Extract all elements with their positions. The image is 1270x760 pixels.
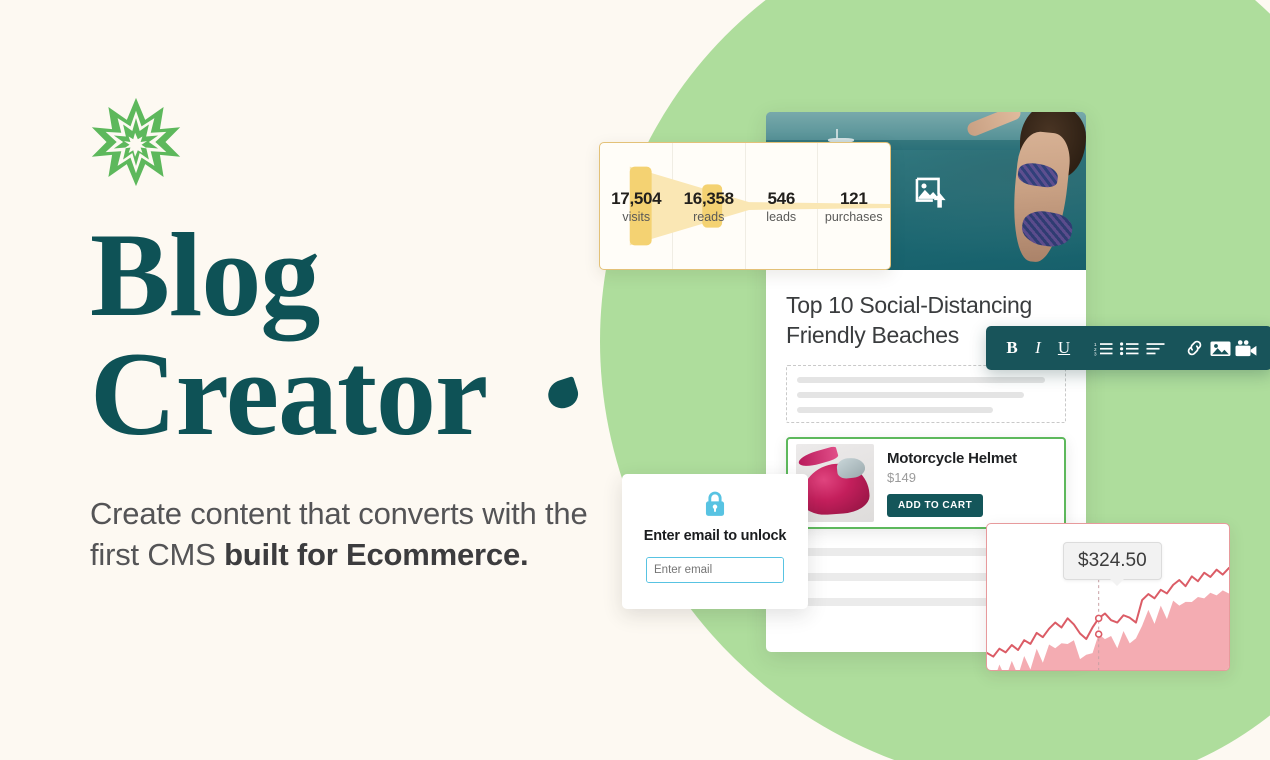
link-icon[interactable]	[1181, 333, 1207, 363]
funnel-label: reads	[693, 209, 725, 224]
italic-button[interactable]: I	[1025, 333, 1051, 363]
funnel-step: 17,504 visits	[600, 189, 673, 224]
funnel-label: leads	[766, 209, 797, 224]
hero-subheading: Create content that converts with the fi…	[90, 494, 590, 576]
insert-video-icon[interactable]	[1233, 333, 1259, 363]
hero-person-arm	[965, 112, 1023, 138]
product-card[interactable]: Motorcycle Helmet $149 ADD TO CART	[786, 437, 1066, 529]
funnel-stats: 17,504 visits 16,358 reads 546 leads 121…	[600, 143, 890, 269]
product-info: Motorcycle Helmet $149 ADD TO CART	[874, 450, 1017, 517]
headline-line-1: Blog	[90, 208, 320, 341]
hero-text-column: Blog Creator Create content that convert…	[90, 96, 590, 575]
hero-boat-mast	[836, 129, 838, 139]
bold-button[interactable]: B	[999, 333, 1025, 363]
funnel-step: 121 purchases	[818, 189, 891, 224]
product-name: Motorcycle Helmet	[887, 449, 1017, 467]
funnel-step: 16,358 reads	[673, 189, 746, 224]
email-capture-row: Unlock	[646, 557, 784, 583]
insert-image-icon[interactable]	[1207, 333, 1233, 363]
content-placeholder-block[interactable]	[786, 364, 1066, 423]
email-gate-title: Enter email to unlock	[643, 528, 787, 544]
product-price: $149	[887, 469, 916, 485]
page-title: Blog Creator	[90, 215, 590, 460]
funnel-label: purchases	[824, 209, 883, 224]
email-input[interactable]	[647, 558, 783, 582]
funnel-label: visits	[622, 209, 651, 224]
headline-line-2: Creator	[90, 326, 488, 460]
ordered-list-button[interactable]: 1 2 3	[1090, 333, 1116, 363]
funnel-value: 16,358	[683, 188, 735, 208]
placeholder-line	[797, 406, 994, 413]
rich-text-toolbar[interactable]: B I U 1 2 3	[986, 326, 1270, 370]
funnel-value: 546	[767, 188, 796, 208]
placeholder-line	[797, 376, 1045, 383]
email-unlock-modal: Enter email to unlock Unlock	[622, 474, 808, 609]
shogun-star-logo	[91, 97, 181, 187]
funnel-analytics-card: 17,504 visits 16,358 reads 546 leads 121…	[599, 142, 891, 270]
bullet-list-button[interactable]	[1116, 333, 1142, 363]
hero-person	[962, 112, 1086, 270]
add-to-cart-button[interactable]: ADD TO CART	[887, 493, 984, 517]
chart-tooltip: $324.50	[1063, 542, 1162, 586]
svg-text:3: 3	[1094, 351, 1097, 356]
funnel-value: 121	[840, 188, 868, 208]
subheading-bold: built for Ecommerce.	[224, 536, 529, 572]
underline-button[interactable]: U	[1051, 333, 1077, 363]
funnel-value: 17,504	[611, 188, 662, 208]
funnel-step: 546 leads	[745, 189, 818, 224]
placeholder-line	[797, 391, 1025, 398]
lock-icon	[705, 491, 725, 516]
revenue-chart-card: $324.50	[986, 523, 1230, 671]
image-upload-icon[interactable]	[912, 174, 948, 210]
align-left-button[interactable]	[1142, 333, 1168, 363]
